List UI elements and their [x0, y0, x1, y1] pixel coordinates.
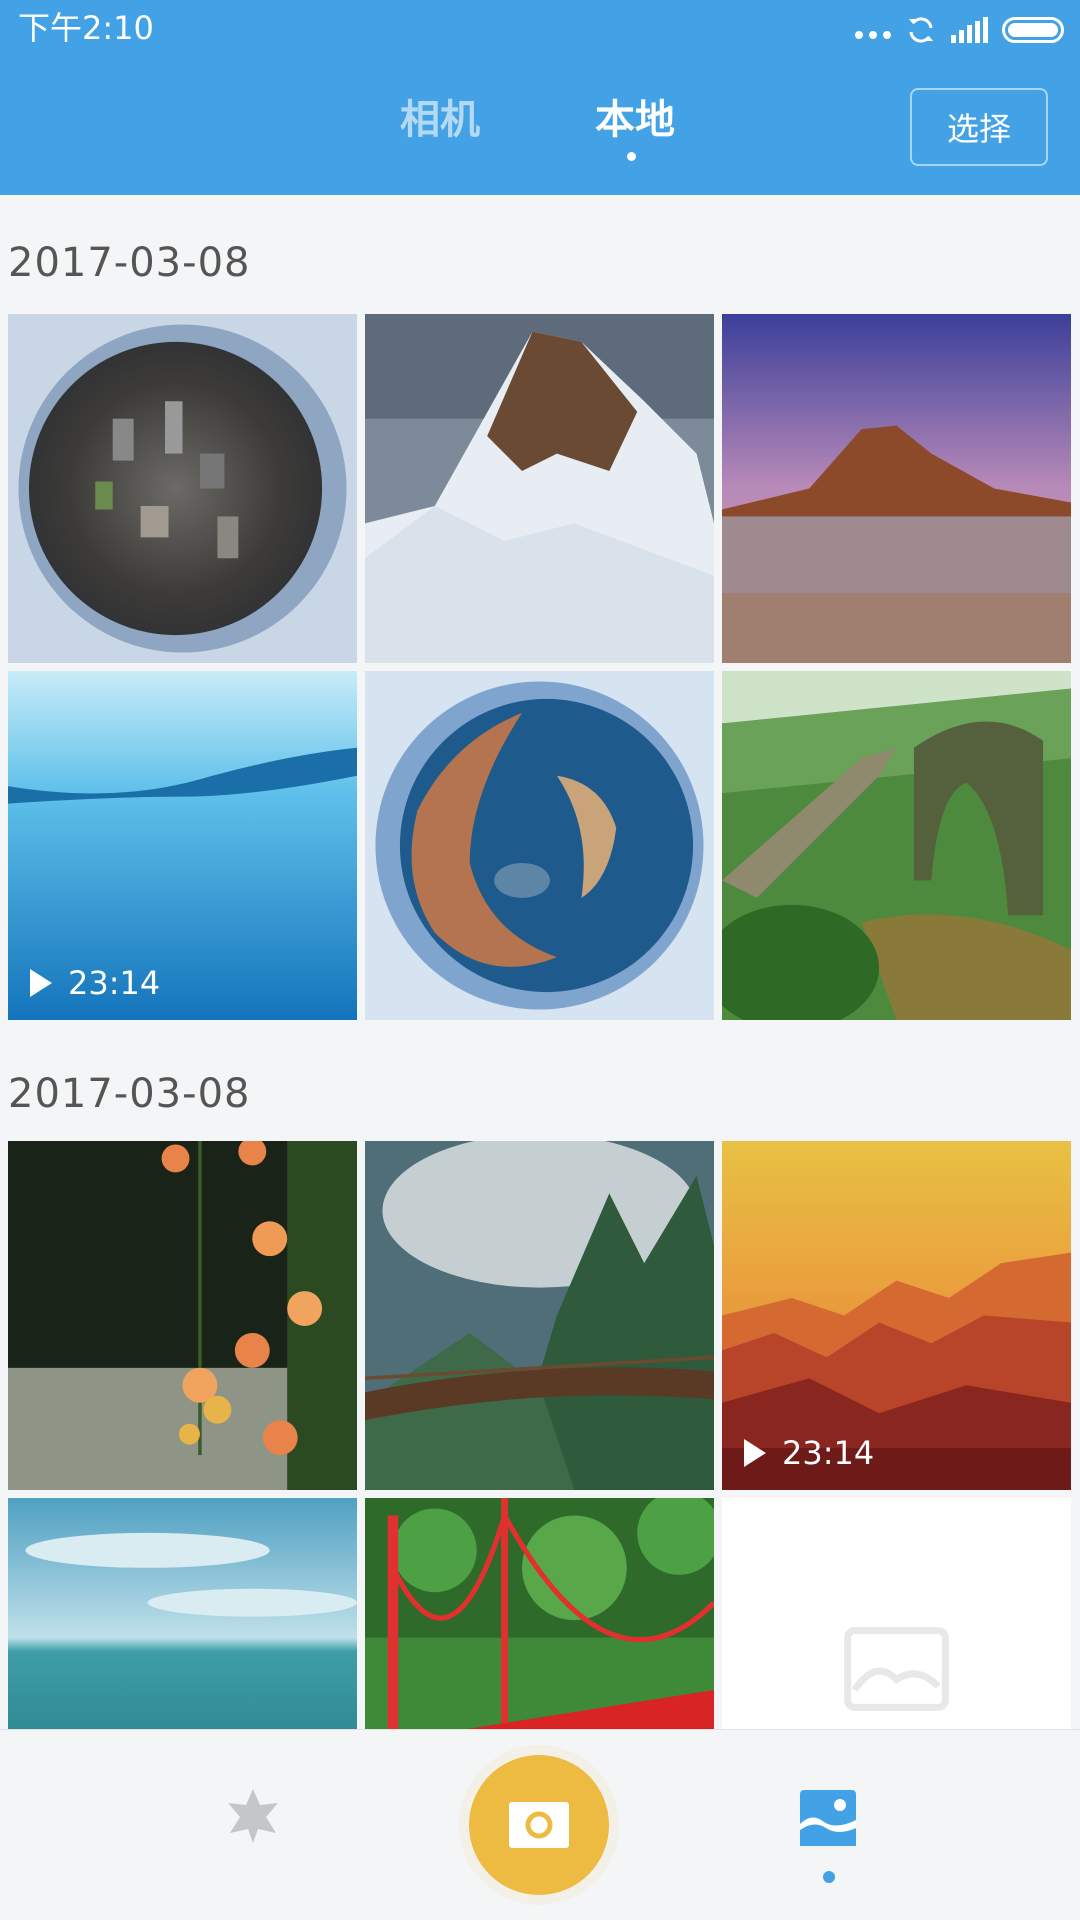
top-bar: 下午2:10 相机 本地 选择	[0, 0, 1080, 195]
play-icon	[30, 969, 52, 997]
play-icon	[744, 1439, 766, 1467]
tab-local[interactable]: 本地	[595, 95, 675, 145]
photo-thumbnail[interactable]	[8, 314, 357, 663]
select-button[interactable]: 选择	[910, 88, 1048, 166]
gallery-screen: 下午2:10 相机 本地 选择 2017-03-08 23:14 2017-03…	[0, 0, 1080, 1920]
battery-icon	[1002, 17, 1064, 43]
photo-thumbnail[interactable]	[722, 314, 1071, 663]
photo-thumbnail[interactable]	[722, 671, 1071, 1020]
status-time: 下午2:10	[18, 9, 154, 47]
camera-shutter-icon	[509, 1802, 569, 1848]
tab-camera[interactable]: 相机	[400, 95, 480, 145]
section-date: 2017-03-08	[8, 240, 251, 286]
sync-icon	[909, 17, 933, 43]
video-thumbnail[interactable]: 23:14	[8, 671, 357, 1020]
status-icons	[855, 12, 1064, 48]
photo-thumbnail[interactable]	[365, 314, 714, 663]
photo-thumbnail[interactable]	[365, 1141, 714, 1490]
photo-thumbnail[interactable]	[8, 1141, 357, 1490]
camera-shutter-button[interactable]	[469, 1755, 609, 1895]
video-duration-badge: 23:14	[30, 964, 160, 1002]
gallery-icon[interactable]	[800, 1790, 856, 1850]
section-date: 2017-03-08	[8, 1071, 251, 1117]
video-thumbnail[interactable]: 23:14	[722, 1141, 1071, 1490]
photo-thumbnail[interactable]	[365, 671, 714, 1020]
video-duration: 23:14	[782, 1434, 875, 1472]
signal-icon	[951, 17, 988, 43]
star-icon[interactable]	[224, 1787, 282, 1849]
active-tab-indicator	[627, 152, 636, 161]
more-notifications-icon	[855, 21, 891, 39]
video-duration-badge: 23:14	[744, 1434, 874, 1472]
active-nav-indicator	[823, 1871, 835, 1883]
video-duration: 23:14	[68, 964, 161, 1002]
